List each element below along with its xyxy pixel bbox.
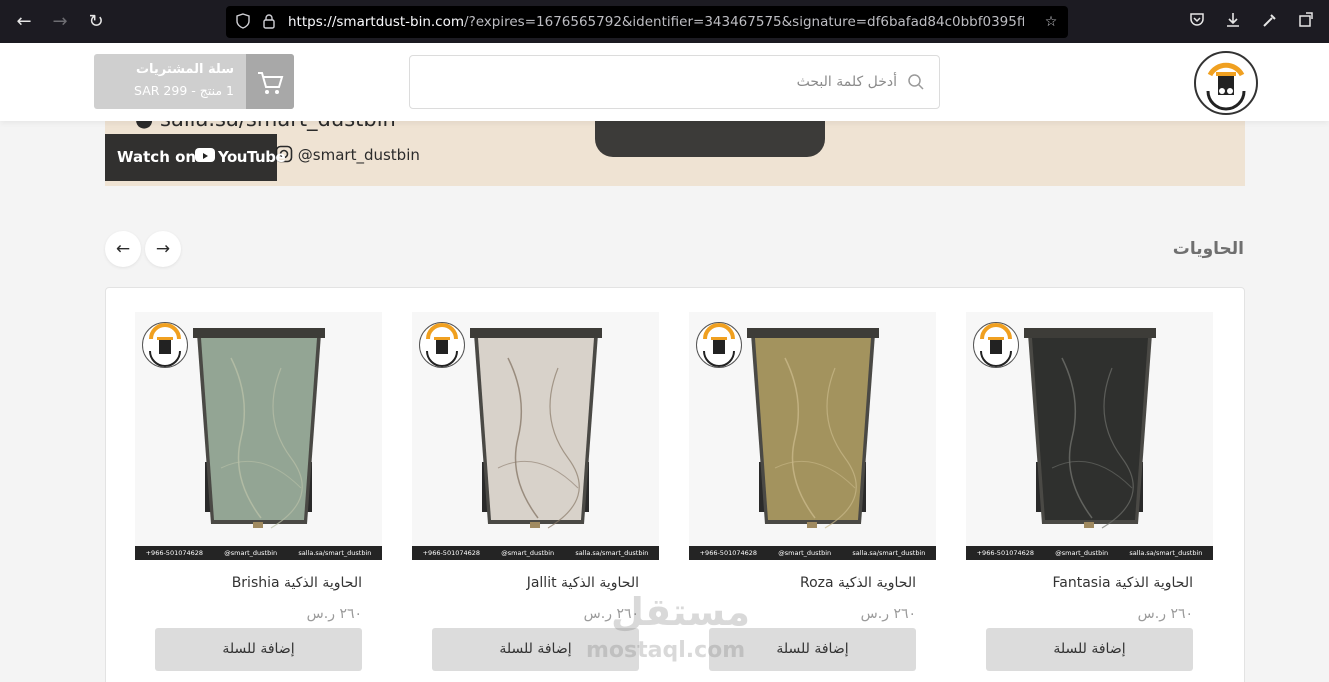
product-contact-strip: +966-501074628 @smart_dustbin salla.sa/sma… xyxy=(689,546,936,560)
product-logo xyxy=(696,322,742,368)
product-image[interactable]: +966-501074628 @smart_dustbin salla.sa/sma… xyxy=(689,312,936,560)
globe-icon: ● xyxy=(135,121,153,131)
url-host: https://smartdust-bin.com xyxy=(288,14,465,30)
search-bar[interactable]: أدخل كلمة البحث xyxy=(409,55,940,109)
add-to-cart-button[interactable]: إضافة للسلة xyxy=(709,628,916,671)
carousel-prev-button[interactable]: ← xyxy=(105,231,141,267)
product-logo xyxy=(973,322,1019,368)
watch-label: Watch on xyxy=(117,148,197,166)
youtube-label: YouTube xyxy=(218,148,286,166)
product-name[interactable]: الحاوية الذكية Jallit xyxy=(527,575,639,591)
forward-arrow-icon[interactable]: → xyxy=(48,10,72,34)
arrow-left-icon: ← xyxy=(115,239,131,259)
promo-video-banner[interactable]: ● salla.sa/smart_dustbin @smart_dustbin … xyxy=(105,121,1245,186)
url-query: /?expires=1676565792&identifier=34346757… xyxy=(464,14,1024,30)
section-title: الحاويات xyxy=(1172,239,1244,259)
add-to-cart-button[interactable]: إضافة للسلة xyxy=(432,628,639,671)
product-image[interactable]: +966-501074628 @smart_dustbin salla.sa/sma… xyxy=(135,312,382,560)
product-card[interactable]: +966-501074628 @smart_dustbin salla.sa/sma… xyxy=(135,312,382,682)
add-to-cart-button[interactable]: إضافة للسلة xyxy=(155,628,362,671)
banner-instagram: @smart_dustbin xyxy=(275,145,420,164)
site-header: أدخل كلمة البحث سلة المشتريات 1 منتج - S… xyxy=(0,43,1329,121)
product-card[interactable]: +966-501074628 @smart_dustbin salla.sa/sma… xyxy=(689,312,936,682)
lock-icon[interactable] xyxy=(260,13,278,31)
product-image[interactable]: +966-501074628 @smart_dustbin salla.sa/sma… xyxy=(412,312,659,560)
arrow-right-icon: → xyxy=(155,239,171,259)
product-logo xyxy=(419,322,465,368)
carousel-next-button[interactable]: → xyxy=(145,231,181,267)
product-logo xyxy=(142,322,188,368)
watch-on-youtube-button[interactable]: Watch on YouTube xyxy=(105,134,286,181)
cart-summary: 1 منتج - SAR 299 xyxy=(134,83,234,98)
product-price: ٢٦٠ ر.س xyxy=(306,606,362,622)
product-card[interactable]: +966-501074628 @smart_dustbin salla.sa/sma… xyxy=(966,312,1213,682)
products-carousel: +966-501074628 @smart_dustbin salla.sa/sma… xyxy=(105,287,1245,682)
product-price: ٢٦٠ ر.س xyxy=(1137,606,1193,622)
address-bar[interactable]: https://smartdust-bin.com/?expires=16765… xyxy=(226,6,1068,38)
product-name[interactable]: الحاوية الذكية Roza xyxy=(800,575,916,591)
reload-icon[interactable]: ↻ xyxy=(84,10,108,34)
shield-icon[interactable] xyxy=(234,13,252,31)
product-image[interactable]: +966-501074628 @smart_dustbin salla.sa/sma… xyxy=(966,312,1213,560)
search-icon[interactable] xyxy=(907,73,925,91)
search-input[interactable]: أدخل كلمة البحث xyxy=(797,56,897,108)
url-text[interactable]: https://smartdust-bin.com/?expires=16765… xyxy=(288,6,1024,38)
product-price: ٢٦٠ ر.س xyxy=(583,606,639,622)
cart-icon[interactable] xyxy=(246,54,294,109)
banner-site-handle: ● salla.sa/smart_dustbin xyxy=(135,121,396,131)
product-contact-strip: +966-501074628 @smart_dustbin salla.sa/sma… xyxy=(966,546,1213,560)
download-icon[interactable] xyxy=(1222,11,1244,33)
eyedropper-icon[interactable] xyxy=(1259,11,1281,33)
pocket-icon[interactable] xyxy=(1186,11,1208,33)
product-name[interactable]: الحاوية الذكية Brishia xyxy=(232,575,362,591)
extensions-icon[interactable] xyxy=(1295,11,1317,33)
youtube-play-icon xyxy=(195,148,215,162)
add-to-cart-button[interactable]: إضافة للسلة xyxy=(986,628,1193,671)
cart-title: سلة المشتريات xyxy=(135,62,234,77)
product-card[interactable]: +966-501074628 @smart_dustbin salla.sa/sma… xyxy=(412,312,659,682)
banner-bin-image xyxy=(595,121,825,157)
browser-toolbar: ← → ↻ https://smartdust-bin.com/?expires… xyxy=(0,0,1329,43)
store-logo[interactable] xyxy=(1194,51,1258,115)
product-price: ٢٦٠ ر.س xyxy=(860,606,916,622)
cart-button[interactable]: سلة المشتريات 1 منتج - SAR 299 xyxy=(94,54,294,109)
back-arrow-icon[interactable]: ← xyxy=(12,10,36,34)
product-name[interactable]: الحاوية الذكية Fantasia xyxy=(1053,575,1193,591)
product-contact-strip: +966-501074628 @smart_dustbin salla.sa/sma… xyxy=(135,546,382,560)
bookmark-star-icon[interactable]: ☆ xyxy=(1042,13,1060,31)
product-contact-strip: +966-501074628 @smart_dustbin salla.sa/sma… xyxy=(412,546,659,560)
